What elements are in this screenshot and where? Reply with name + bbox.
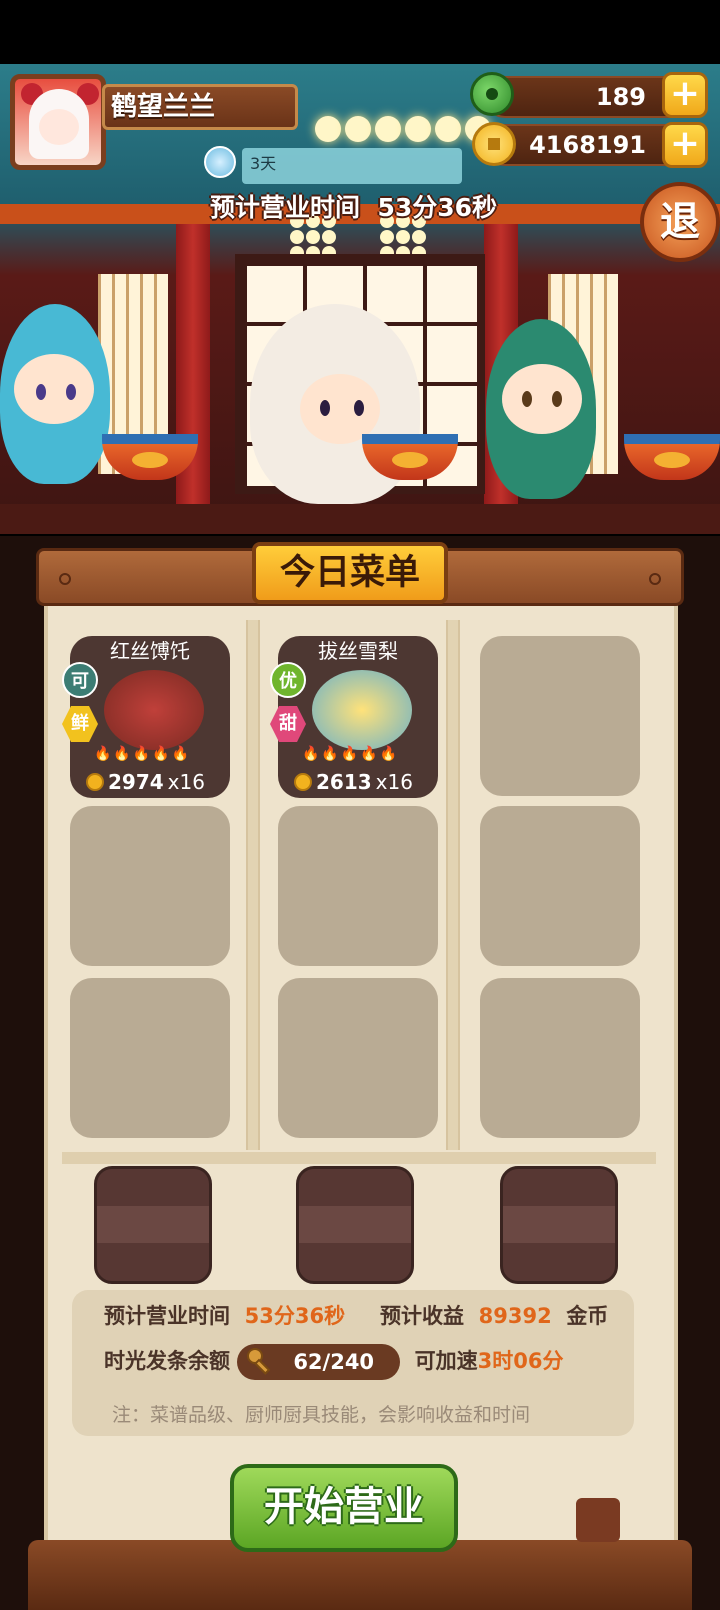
brush-holder-decoration xyxy=(576,1498,620,1542)
grade-tag: 可 xyxy=(62,662,98,698)
coin-icon xyxy=(294,773,312,791)
column-divider xyxy=(446,620,460,1150)
grade-tag: 优 xyxy=(270,662,306,698)
empty-dish-slot[interactable] xyxy=(480,636,640,796)
nail-left xyxy=(59,573,71,585)
player-avatar[interactable] xyxy=(10,74,106,170)
player-name: 鹤望兰兰 xyxy=(102,84,298,130)
add-jade-button[interactable]: + xyxy=(662,72,708,118)
empty-dish-slot[interactable] xyxy=(480,806,640,966)
counter xyxy=(0,504,720,534)
dish-price: 2974 x16 xyxy=(86,770,205,794)
dish-name: 拔丝雪梨 xyxy=(318,639,398,663)
add-coins-button[interactable]: + xyxy=(662,122,708,168)
chef-slot[interactable] xyxy=(296,1166,414,1284)
exit-button[interactable]: 退 xyxy=(640,182,720,262)
empty-dish-slot[interactable] xyxy=(278,978,438,1138)
menu-title: 今日菜单 xyxy=(252,542,448,604)
empty-dish-slot[interactable] xyxy=(70,806,230,966)
clockwork-key-icon xyxy=(247,1348,271,1375)
ceiling-lights xyxy=(315,116,491,142)
empty-dish-slot[interactable] xyxy=(70,978,230,1138)
dish-image xyxy=(312,670,412,750)
token-pill[interactable]: 62/240 xyxy=(237,1344,401,1380)
dish-image xyxy=(104,670,204,750)
dish-price: 2613 x16 xyxy=(294,770,413,794)
chef-left[interactable] xyxy=(0,304,110,484)
flame-rating: 🔥🔥🔥🔥🔥 xyxy=(302,746,400,762)
coin-icon xyxy=(472,122,516,166)
day-count: 3天 xyxy=(250,154,277,173)
estimated-income: 预计收益 89392 金币 xyxy=(380,1304,609,1328)
dish-name: 红丝馎饦 xyxy=(110,639,190,663)
coin-icon xyxy=(86,773,104,791)
chef-right[interactable] xyxy=(486,319,596,499)
row-divider xyxy=(62,1152,656,1164)
token-balance: 时光发条余额 62/240 可加速3时06分 xyxy=(104,1344,564,1380)
business-time-banner: 预计营业时间 53分36秒 xyxy=(210,193,498,222)
jade-icon xyxy=(470,72,514,116)
nail-right xyxy=(649,573,661,585)
flame-rating: 🔥🔥🔥🔥🔥 xyxy=(94,746,192,762)
estimated-time: 预计营业时间 53分36秒 xyxy=(104,1304,346,1328)
start-business-button[interactable]: 开始营业 xyxy=(230,1464,458,1552)
column-divider xyxy=(246,620,260,1150)
note-text: 注：菜谱品级、厨师厨具技能，会影响收益和时间 xyxy=(112,1404,531,1426)
chef-slot[interactable] xyxy=(500,1166,618,1284)
chef-slot[interactable] xyxy=(94,1166,212,1284)
calendar-icon xyxy=(204,146,236,178)
empty-dish-slot[interactable] xyxy=(278,806,438,966)
cooking-pot-3 xyxy=(624,434,720,480)
empty-dish-slot[interactable] xyxy=(480,978,640,1138)
